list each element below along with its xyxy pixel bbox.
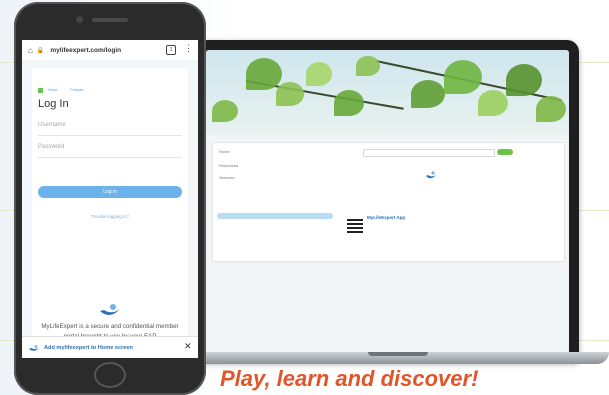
phone-screen: ⌂ 🔒 mylifeexpert.com/login 1 ⋮ Home Fran… <box>22 40 198 358</box>
login-card: Home Français Log In Username Password L… <box>32 68 188 356</box>
smartphone: ⌂ 🔒 mylifeexpert.com/login 1 ⋮ Home Fran… <box>14 2 206 395</box>
kebab-menu-icon[interactable]: ⋮ <box>184 43 193 54</box>
brand-icon <box>38 88 43 93</box>
front-camera <box>76 16 83 23</box>
close-icon[interactable]: ✕ <box>184 341 192 352</box>
laptop-search-button[interactable] <box>497 149 513 155</box>
home-icon[interactable]: ⌂ <box>28 46 33 55</box>
tagline: Play, learn and discover! <box>220 366 479 391</box>
qr-code-icon <box>347 217 363 233</box>
home-button[interactable] <box>94 362 126 388</box>
tabs-icon[interactable]: 1 <box>166 45 176 55</box>
app-logo-icon <box>98 302 122 323</box>
laptop: Home Resources Services MyLifeExpert App <box>196 40 579 362</box>
sidebar-item-services[interactable]: Services <box>219 175 234 180</box>
forgot-link[interactable]: Trouble logging in? <box>32 214 188 219</box>
app-logo-icon <box>28 339 40 357</box>
sidebar-login-bar[interactable] <box>217 213 333 219</box>
app-promo-title: MyLifeExpert App <box>367 215 406 220</box>
breadcrumb: Home <box>219 149 230 154</box>
page-title: Log In <box>38 98 69 110</box>
speaker <box>92 18 128 22</box>
sidebar-item-resources[interactable]: Resources <box>219 163 238 168</box>
breadcrumb-home[interactable]: Home <box>219 149 230 154</box>
phone-page: Home Français Log In Username Password L… <box>22 60 198 356</box>
browser-address-bar[interactable]: ⌂ 🔒 mylifeexpert.com/login 1 ⋮ <box>22 40 198 61</box>
lock-icon: 🔒 <box>36 47 45 54</box>
laptop-web-card: Home Resources Services MyLifeExpert App <box>212 142 565 262</box>
link-language[interactable]: Français <box>70 88 83 92</box>
username-field[interactable]: Username <box>38 122 182 136</box>
app-logo-icon <box>425 167 437 185</box>
top-links: Home Français <box>38 88 84 93</box>
link-home[interactable]: Home <box>48 88 57 92</box>
password-field[interactable]: Password <box>38 144 182 158</box>
laptop-screen: Home Resources Services MyLifeExpert App <box>206 50 569 354</box>
login-button[interactable]: Log in <box>38 186 182 198</box>
add-to-home-banner[interactable]: Add mylifeexpert to Home screen ✕ <box>22 336 198 358</box>
laptop-search-input[interactable] <box>363 149 495 157</box>
leaf-banner-image <box>206 50 569 135</box>
url-text[interactable]: mylifeexpert.com/login <box>50 47 121 54</box>
laptop-notch <box>368 352 428 356</box>
add-to-home-text[interactable]: Add mylifeexpert to Home screen <box>44 345 133 351</box>
